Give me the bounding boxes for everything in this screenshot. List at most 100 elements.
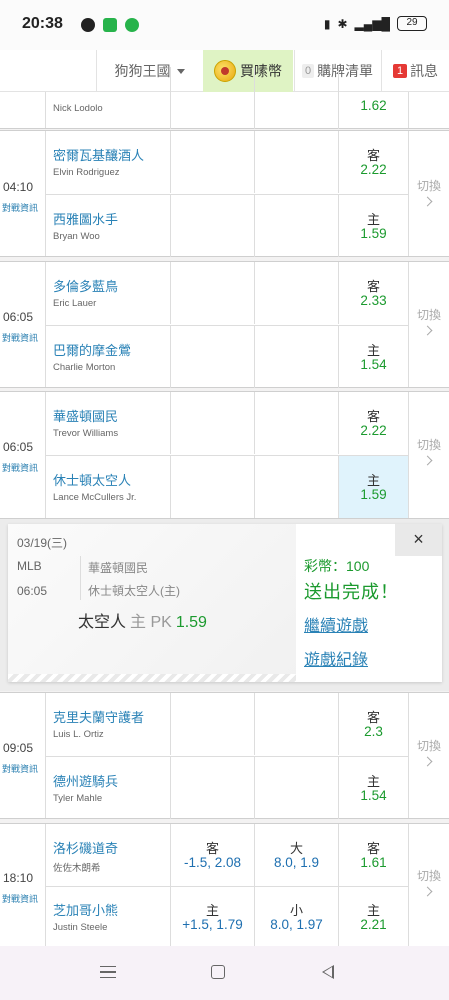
spread-cell[interactable]: 主 +1.5, 1.79 — [171, 886, 254, 948]
pitcher-name: Charlie Morton — [53, 362, 116, 373]
home-icon[interactable] — [211, 965, 225, 979]
pitcher-name: Lance McCullers Jr. — [53, 492, 137, 503]
team-row-home: 休士頓太空人 Lance McCullers Jr. 主 1.59 — [46, 456, 408, 518]
pitcher-name: Elvin Rodriguez — [53, 167, 120, 178]
pitcher-name: Nick Lodolo — [53, 103, 103, 114]
game-time: 18:10 — [3, 871, 34, 885]
team-name: 西雅圖水手 — [53, 212, 119, 227]
switch-label: 切換 — [416, 438, 441, 452]
moneyline-cell[interactable]: 主 1.54 — [339, 326, 408, 388]
matchup-info-link[interactable]: 對戰資訊 — [2, 201, 38, 214]
wechat-app-icon — [103, 18, 117, 32]
bet-side: 主 PK — [130, 614, 172, 631]
pitcher-name: 佐佐木朗希 — [53, 863, 101, 874]
game-card: 04:10 對戰資訊 密爾瓦基釀酒人 Elvin Rodriguez 客 2.2… — [0, 130, 449, 257]
chevron-right-icon — [422, 325, 433, 336]
moneyline-odds: 2.3 — [364, 724, 383, 739]
moneyline-cell[interactable]: 客 1.61 — [339, 824, 408, 886]
team-row-home: 西雅圖水手 Bryan Woo 主 1.59 — [46, 195, 408, 257]
moneyline-cell[interactable]: 1.62 — [339, 67, 408, 129]
team-row-away: 克里夫蘭守護者 Luis L. Ortiz 客 2.3 — [46, 693, 408, 755]
moneyline-odds: 1.62 — [360, 98, 387, 113]
game-card-partial: Nick Lodolo 1.62 — [0, 67, 449, 129]
switch-button[interactable]: 切換 — [408, 131, 449, 256]
messages-label: 訊息 — [410, 63, 439, 79]
pitcher-name: Trevor Williams — [53, 428, 119, 439]
ticket-team-away: 華盛頓國民 — [88, 561, 149, 575]
team-row-away: 洛杉磯道奇 佐佐木朗希 客 -1.5, 2.08 大 8.0, 1.9 客 1.… — [46, 824, 408, 886]
system-nav-bar — [0, 946, 449, 1000]
chevron-right-icon — [422, 196, 433, 207]
game-time: 06:05 — [3, 440, 34, 454]
status-bar: 20:38 ▮ ✱ ▂▄▆█ 29 — [0, 0, 449, 50]
ticket-zigzag-edge — [8, 674, 296, 682]
switch-label: 切換 — [416, 179, 441, 193]
chat-app-icon — [81, 18, 95, 32]
team-name: 巴爾的摩金鶯 — [53, 343, 132, 358]
game-card: 06:05 對戰資訊 多倫多藍鳥 Eric Lauer 客 2.33 巴爾的摩金… — [0, 261, 449, 388]
status-icons: ▮ ✱ ▂▄▆█ 29 — [324, 16, 427, 31]
moneyline-odds: 2.22 — [360, 162, 387, 177]
moneyline-odds: 1.59 — [360, 487, 387, 502]
team-name: 休士頓太空人 — [53, 473, 132, 488]
moneyline-odds: 1.61 — [360, 855, 387, 870]
moneyline-odds: 2.21 — [360, 917, 387, 932]
matchup-info-link[interactable]: 對戰資訊 — [2, 461, 38, 474]
ticket-bet: 太空人主 PK 1.59 — [78, 608, 207, 632]
battery-icon: 29 — [397, 16, 427, 31]
chevron-right-icon — [422, 886, 433, 897]
vibrate-icon: ▮ — [323, 16, 331, 31]
ticket-date: 03/19(三) — [17, 536, 68, 550]
team-name: 克里夫蘭守護者 — [53, 710, 145, 725]
team-row-home: 芝加哥小熊 Justin Steele 主 +1.5, 1.79 小 8.0, … — [46, 886, 408, 948]
team-name: 多倫多藍鳥 — [53, 279, 119, 294]
continue-game-link[interactable]: 繼續遊戲 — [304, 612, 368, 636]
moneyline-cell[interactable]: 主 1.59 — [339, 195, 408, 257]
spread-cell[interactable]: 客 -1.5, 2.08 — [171, 824, 254, 886]
pitcher-name: Eric Lauer — [53, 298, 97, 309]
moneyline-odds: 1.54 — [360, 357, 387, 372]
moneyline-odds: 1.59 — [360, 226, 387, 241]
switch-button[interactable]: 切換 — [408, 693, 449, 818]
moneyline-cell[interactable]: 主 1.54 — [339, 757, 408, 819]
switch-label: 切換 — [416, 308, 441, 322]
total-odds: 8.0, 1.97 — [270, 917, 323, 932]
submit-complete-message: 送出完成！ — [304, 582, 399, 602]
chevron-right-icon — [422, 455, 433, 466]
team-name: 洛杉磯道奇 — [53, 841, 119, 856]
switch-button[interactable]: 切換 — [408, 824, 449, 946]
pitcher-name: Bryan Woo — [53, 231, 100, 242]
spread-odds: -1.5, 2.08 — [183, 855, 242, 870]
team-row-home: 巴爾的摩金鶯 Charlie Morton 主 1.54 — [46, 326, 408, 388]
back-icon[interactable] — [322, 965, 334, 979]
moneyline-cell[interactable]: 客 2.22 — [339, 131, 408, 193]
moneyline-cell[interactable]: 客 2.3 — [339, 693, 408, 755]
switch-button[interactable]: 切換 — [408, 392, 449, 518]
pitcher-name: Luis L. Ortiz — [53, 729, 104, 740]
recents-icon[interactable] — [100, 966, 116, 978]
matchup-info-link[interactable]: 對戰資訊 — [2, 762, 38, 775]
moneyline-odds: 1.54 — [360, 788, 387, 803]
bet-ticket: 03/19(三) MLB 06:05 華盛頓國民 休士頓太空人(主) 太空人主 … — [8, 524, 296, 682]
pitcher-name: Justin Steele — [53, 922, 108, 933]
matchup-info-link[interactable]: 對戰資訊 — [2, 892, 38, 905]
switch-button[interactable]: 切換 — [408, 262, 449, 387]
total-cell[interactable]: 小 8.0, 1.97 — [255, 886, 338, 948]
game-records-link[interactable]: 遊戲紀錄 — [304, 646, 368, 670]
game-time: 09:05 — [3, 741, 34, 755]
moneyline-cell[interactable]: 主 2.21 — [339, 886, 408, 948]
bluetooth-icon: ✱ — [337, 16, 348, 31]
team-name: 華盛頓國民 — [53, 409, 119, 424]
ticket-divider — [80, 556, 81, 600]
switch-label: 切換 — [416, 739, 441, 753]
moneyline-cell[interactable]: 客 2.33 — [339, 262, 408, 324]
close-button[interactable]: × — [395, 524, 442, 556]
matchup-info-link[interactable]: 對戰資訊 — [2, 331, 38, 344]
moneyline-cell[interactable]: 客 2.22 — [339, 392, 408, 454]
coins-amount: 彩幣：100 — [304, 558, 370, 574]
pitcher-name: Tyler Mahle — [53, 793, 103, 804]
game-card: 09:05 對戰資訊 克里夫蘭守護者 Luis L. Ortiz 客 2.3 德… — [0, 692, 449, 819]
chevron-right-icon — [422, 756, 433, 767]
moneyline-cell-selected[interactable]: 主 1.59 — [339, 456, 408, 518]
total-cell[interactable]: 大 8.0, 1.9 — [255, 824, 338, 886]
